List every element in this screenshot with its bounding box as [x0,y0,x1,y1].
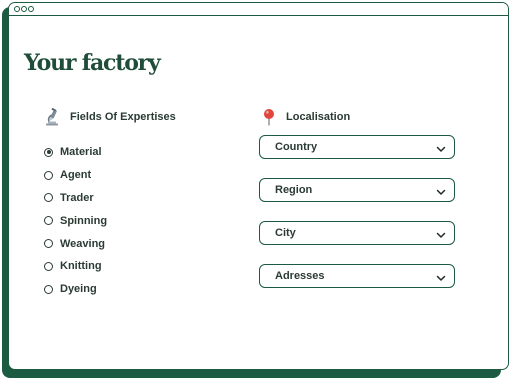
radio-button-selected[interactable] [44,147,53,157]
radio-button[interactable] [44,239,53,249]
radio-button[interactable] [44,193,53,203]
expertise-heading-label: Fields Of Expertises [70,111,176,123]
radio-option-knitting[interactable]: Knitting [44,255,107,278]
city-select[interactable]: City [259,221,455,245]
expertise-radio-group: Material Agent Trader Spinning Weaving K… [44,141,107,301]
radio-button[interactable] [44,216,53,226]
chevron-down-icon[interactable] [436,273,446,281]
window-control-dot[interactable] [21,6,27,12]
radio-label: Dyeing [60,283,97,296]
chevron-down-icon[interactable] [436,230,446,238]
radio-option-agent[interactable]: Agent [44,164,107,187]
radio-label: Knitting [60,260,102,273]
radio-option-spinning[interactable]: Spinning [44,209,107,232]
address-select[interactable]: Adresses [259,264,455,288]
radio-button[interactable] [44,170,53,180]
region-select[interactable]: Region [259,178,455,202]
country-select[interactable]: Country [259,135,455,159]
select-value: Adresses [275,270,325,282]
chevron-down-icon[interactable] [436,187,446,195]
localisation-heading: Localisation [262,108,350,126]
radio-label: Spinning [60,214,108,227]
select-value: Country [275,141,318,153]
radio-option-dyeing[interactable]: Dyeing [44,278,107,301]
radio-label: Agent [60,169,92,182]
radio-label: Trader [60,191,94,204]
radio-option-weaving[interactable]: Weaving [44,232,107,255]
radio-option-material[interactable]: Material [44,141,107,164]
window-control-dot[interactable] [14,6,20,12]
radio-button[interactable] [44,284,53,294]
localisation-heading-label: Localisation [286,111,351,123]
radio-button[interactable] [44,261,53,271]
expertise-heading: Fields Of Expertises [44,108,176,126]
select-value: City [275,227,296,239]
microscope-icon [44,108,60,126]
map-pin-icon [262,108,276,126]
window-control-dot[interactable] [28,6,34,12]
radio-option-trader[interactable]: Trader [44,187,107,210]
page-title: Your factory [24,50,161,76]
select-value: Region [275,184,313,196]
window-titlebar [9,3,508,16]
radio-label: Weaving [60,237,106,250]
radio-label: Material [60,146,102,159]
chevron-down-icon[interactable] [436,144,446,152]
